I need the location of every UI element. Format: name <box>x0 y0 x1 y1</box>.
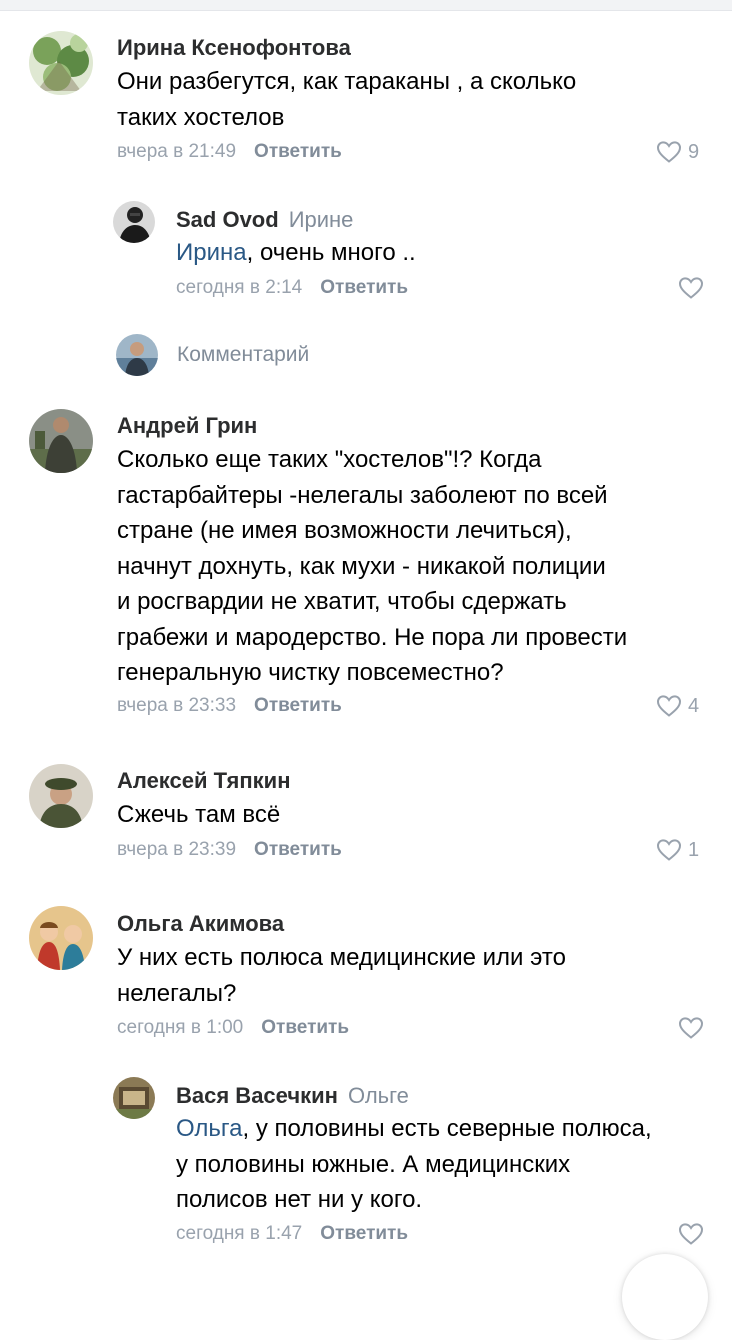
comment-text-line: стране (не имея возможности лечиться), <box>117 517 572 544</box>
comment-meta: сегодня в 2:14 Ответить <box>176 277 408 299</box>
comment-author[interactable]: Ирина Ксенофонтова <box>117 35 351 61</box>
comment-text-line: генеральную чистку повсеместно? <box>117 659 504 686</box>
heart-outline-icon <box>678 1223 704 1245</box>
reply-button[interactable]: Ответить <box>261 1017 349 1038</box>
comment-author[interactable]: Андрей Грин <box>117 413 257 439</box>
comment-text-line: начнут дохнуть, как мухи - никакой полиц… <box>117 552 606 580</box>
comment-author[interactable]: Ольга Акимова <box>117 911 284 937</box>
comment-text-line: Сжечь там всё <box>117 801 281 828</box>
comment-time: сегодня в 1:47 <box>176 1223 303 1244</box>
avatar[interactable] <box>29 764 93 828</box>
comment-time: сегодня в 1:00 <box>117 1017 244 1038</box>
comment-meta: вчера в 23:39 Ответить <box>117 839 342 861</box>
comment-text-line: грабежи и мародерство. Не пора ли провес… <box>117 623 628 651</box>
comment-text-line: таких хостелов <box>117 103 285 131</box>
comment-author: Вася Васечкин Ольге <box>176 1083 409 1109</box>
avatar[interactable] <box>29 409 93 473</box>
comment-text: Они разбегутся, как тараканы , а сколько… <box>117 64 576 135</box>
top-bar-edge <box>0 0 732 11</box>
comment-text-line: Они разбегутся, как тараканы , а сколько <box>117 68 577 95</box>
comment-meta: сегодня в 1:47 Ответить <box>176 1223 408 1245</box>
comment-time: вчера в 23:39 <box>117 839 237 860</box>
comment-text-line: и росгвардии не хватит, чтобы сдержать <box>117 588 567 615</box>
reply-to[interactable]: Ирине <box>289 207 354 232</box>
reply-button[interactable]: Ответить <box>254 839 342 860</box>
author-name[interactable]: Вася Васечкин <box>176 1083 338 1108</box>
comment-time: вчера в 21:49 <box>117 141 237 162</box>
comment-time: сегодня в 2:14 <box>176 277 303 298</box>
own-avatar <box>116 334 158 376</box>
comment-text: Ирина, очень много .. <box>176 235 416 271</box>
reply-button[interactable]: Ответить <box>320 277 408 298</box>
reply-button[interactable]: Ответить <box>320 1223 408 1244</box>
comment-text-line: нелегалы? <box>117 979 237 1007</box>
comment-text-rest: , у половины есть северные полюса, <box>242 1115 652 1142</box>
mention-link[interactable]: Ольга <box>176 1115 242 1142</box>
heart-outline-icon <box>678 277 704 299</box>
like-count: 9 <box>688 140 700 163</box>
like-button[interactable] <box>678 1222 704 1246</box>
reply-to[interactable]: Ольге <box>348 1083 409 1108</box>
comment-text-rest: , очень много .. <box>246 239 416 266</box>
comment-input[interactable]: Комментарий <box>113 334 703 376</box>
reply-button[interactable]: Ответить <box>254 695 342 716</box>
avatar-image <box>29 906 93 970</box>
comment-text-line: гастарбайтеры -нелегалы заболеют по всей <box>117 481 608 509</box>
like-count: 1 <box>688 838 700 861</box>
like-button[interactable]: 4 <box>656 694 699 718</box>
comment-text: Сжечь там всё <box>117 797 280 833</box>
comment-placeholder: Комментарий <box>177 343 310 366</box>
like-button[interactable] <box>678 1016 704 1040</box>
like-count: 4 <box>688 694 700 717</box>
heart-outline-icon <box>656 695 682 717</box>
avatar-image <box>113 201 155 243</box>
avatar-image <box>116 334 158 376</box>
comment-meta: сегодня в 1:00 Ответить <box>117 1017 349 1039</box>
comment-text-line: полисов нет ни у кого. <box>176 1186 423 1213</box>
avatar-image <box>29 31 93 95</box>
comment-text-line: Сколько еще таких "хостелов"!? Когда <box>117 446 542 473</box>
reply-button[interactable]: Ответить <box>254 141 342 162</box>
avatar-image <box>29 409 93 473</box>
comment-time: вчера в 23:33 <box>117 695 237 716</box>
comment-text: У них есть полюса медицинские или это не… <box>117 940 566 1011</box>
heart-outline-icon <box>656 141 682 163</box>
avatar[interactable] <box>29 906 93 970</box>
comment-text: Ольга, у половины есть северные полюса, … <box>176 1111 652 1218</box>
like-button[interactable] <box>678 276 704 300</box>
avatar[interactable] <box>29 31 93 95</box>
avatar-image <box>113 1077 155 1119</box>
mention-link[interactable]: Ирина <box>176 239 247 266</box>
comment-meta: вчера в 23:33 Ответить <box>117 695 342 717</box>
heart-outline-icon <box>678 1017 704 1039</box>
floating-action-button[interactable] <box>622 1254 708 1340</box>
avatar-image <box>29 764 93 828</box>
comment-meta: вчера в 21:49 Ответить <box>117 141 342 163</box>
like-button[interactable]: 1 <box>656 838 699 862</box>
comment-text: Сколько еще таких "хостелов"!? Когда гас… <box>117 442 627 691</box>
like-button[interactable]: 9 <box>656 140 699 164</box>
heart-outline-icon <box>656 839 682 861</box>
comment-text-line: у половины южные. А медицинских <box>176 1150 571 1178</box>
author-name[interactable]: Sad Ovod <box>176 207 279 232</box>
comment-author: Sad Ovod Ирине <box>176 207 353 233</box>
comment-author[interactable]: Алексей Тяпкин <box>117 768 290 794</box>
comment-text-line: У них есть полюса медицинские или это <box>117 944 566 971</box>
comment-text-line: Ольга, у половины есть северные полюса, <box>176 1111 652 1147</box>
avatar[interactable] <box>113 201 155 243</box>
avatar[interactable] <box>113 1077 155 1119</box>
